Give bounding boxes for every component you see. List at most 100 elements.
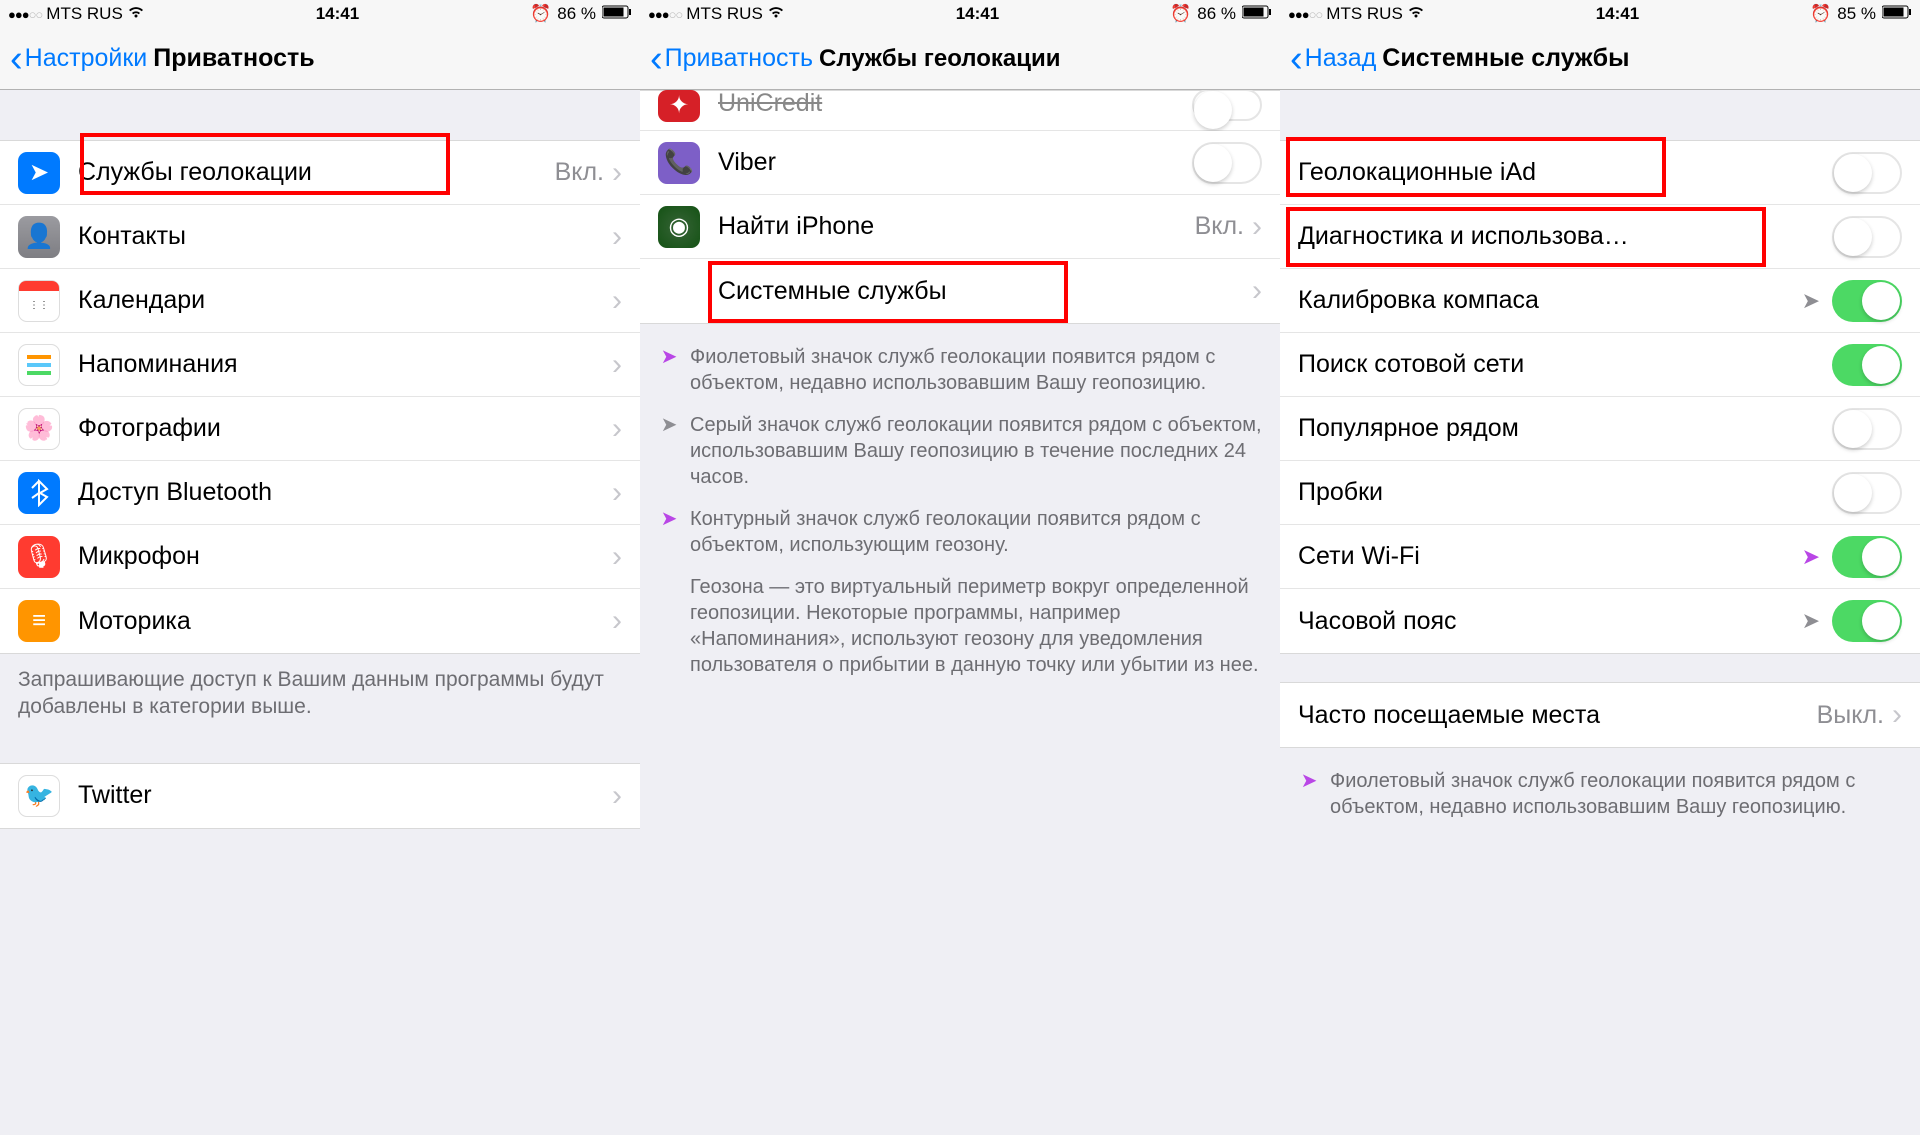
microphone-icon: 🎙 <box>18 536 60 578</box>
carrier-label: MTS RUS <box>46 4 123 24</box>
carrier-label: MTS RUS <box>686 4 763 24</box>
alarm-icon: ⏰ <box>530 4 551 24</box>
contacts-icon: 👤 <box>18 216 60 258</box>
status-bar: ●●●○○ MTS RUS 14:41 ⏰ 85 % <box>1280 0 1920 28</box>
chevron-left-icon: ‹ <box>650 40 663 78</box>
chevron-right-icon: › <box>612 476 622 510</box>
battery-icon <box>1882 4 1912 24</box>
row-reminders[interactable]: Напоминания › <box>0 333 640 397</box>
wifi-icon <box>767 4 785 24</box>
page-title: Службы геолокации <box>819 45 1061 73</box>
row-find-iphone[interactable]: ◉ Найти iPhone Вкл. › <box>640 195 1280 259</box>
row-motion[interactable]: ≡ Моторика › <box>0 589 640 653</box>
chevron-right-icon: › <box>612 779 622 813</box>
chevron-left-icon: ‹ <box>10 40 23 78</box>
row-twitter[interactable]: 🐦 Twitter › <box>0 764 640 828</box>
toggle-switch[interactable] <box>1832 600 1902 642</box>
chevron-right-icon: › <box>612 348 622 382</box>
status-bar: ●●●○○ MTS RUS 14:41 ⏰ 86 % <box>640 0 1280 28</box>
chevron-right-icon: › <box>612 604 622 638</box>
chevron-left-icon: ‹ <box>1290 40 1303 78</box>
row-system-services[interactable]: Системные службы › <box>640 259 1280 323</box>
photos-icon: 🌸 <box>18 408 60 450</box>
row-popular-nearby[interactable]: Популярное рядом <box>1280 397 1920 461</box>
row-viber[interactable]: 📞 Viber <box>640 131 1280 195</box>
wifi-icon <box>1407 4 1425 24</box>
motion-icon: ≡ <box>18 600 60 642</box>
info-gray: ➤ Серый значок служб геолокации появится… <box>640 404 1280 498</box>
row-location-services[interactable]: ➤ Службы геолокации Вкл. › <box>0 141 640 205</box>
footer-text: Запрашивающие доступ к Вашим данным прог… <box>0 654 640 733</box>
twitter-icon: 🐦 <box>18 775 60 817</box>
page-title: Системные службы <box>1382 44 1629 73</box>
row-unicredit-partial[interactable]: ✦ UniCredit <box>640 91 1280 131</box>
toggle-switch[interactable] <box>1832 152 1902 194</box>
toggle-switch[interactable] <box>1832 280 1902 322</box>
viber-icon: 📞 <box>658 142 700 184</box>
location-arrow-purple-icon: ➤ <box>658 344 680 396</box>
row-microphone[interactable]: 🎙 Микрофон › <box>0 525 640 589</box>
info-geofence: Геозона — это виртуальный периметр вокру… <box>640 566 1280 686</box>
info-purple: ➤ Фиолетовый значок служб геолокации поя… <box>640 336 1280 404</box>
screen-location-services: ●●●○○ MTS RUS 14:41 ⏰ 86 % ‹ Приватность… <box>640 0 1280 1135</box>
row-timezone[interactable]: Часовой пояс ➤ <box>1280 589 1920 653</box>
screen-privacy: ●●●○○ MTS RUS 14:41 ⏰ 86 % ‹ Настройки П… <box>0 0 640 1135</box>
battery-label: 86 % <box>1197 4 1236 24</box>
info-outline: ➤ Контурный значок служб геолокации появ… <box>640 498 1280 566</box>
location-arrow-outline-icon: ➤ <box>658 506 680 558</box>
nav-bar: ‹ Приватность Службы геолокации <box>640 28 1280 90</box>
status-bar: ●●●○○ MTS RUS 14:41 ⏰ 86 % <box>0 0 640 28</box>
chevron-right-icon: › <box>612 412 622 446</box>
toggle-switch[interactable] <box>1832 344 1902 386</box>
unicredit-icon: ✦ <box>658 90 700 122</box>
content-area: ➤ Службы геолокации Вкл. › 👤 Контакты › … <box>0 90 640 1135</box>
row-traffic[interactable]: Пробки <box>1280 461 1920 525</box>
location-arrow-purple-icon: ➤ <box>1802 544 1820 570</box>
toggle-switch[interactable] <box>1192 142 1262 184</box>
location-icon: ➤ <box>18 152 60 194</box>
location-arrow-gray-icon: ➤ <box>658 412 680 490</box>
screen-system-services: ●●●○○ MTS RUS 14:41 ⏰ 85 % ‹ Назад Систе… <box>1280 0 1920 1135</box>
toggle-switch[interactable] <box>1832 472 1902 514</box>
chevron-right-icon: › <box>1252 210 1262 244</box>
signal-dots: ●●●○○ <box>8 7 42 22</box>
toggle-switch[interactable] <box>1832 408 1902 450</box>
location-arrow-purple-icon: ➤ <box>1298 768 1320 820</box>
nav-bar: ‹ Назад Системные службы <box>1280 28 1920 90</box>
back-button[interactable]: ‹ Настройки <box>10 40 147 78</box>
chevron-right-icon: › <box>612 284 622 318</box>
nav-bar: ‹ Настройки Приватность <box>0 28 640 90</box>
row-wifi-networks[interactable]: Сети Wi-Fi ➤ <box>1280 525 1920 589</box>
back-button[interactable]: ‹ Назад <box>1290 40 1376 78</box>
back-button[interactable]: ‹ Приватность <box>650 40 813 78</box>
row-iad[interactable]: Геолокационные iAd <box>1280 141 1920 205</box>
row-diagnostics[interactable]: Диагностика и использова… <box>1280 205 1920 269</box>
alarm-icon: ⏰ <box>1170 4 1191 24</box>
time-label: 14:41 <box>956 4 999 24</box>
row-contacts[interactable]: 👤 Контакты › <box>0 205 640 269</box>
carrier-label: MTS RUS <box>1326 4 1403 24</box>
signal-dots: ●●●○○ <box>648 7 682 22</box>
battery-label: 86 % <box>557 4 596 24</box>
chevron-right-icon: › <box>612 156 622 190</box>
chevron-right-icon: › <box>1892 698 1902 732</box>
toggle-switch[interactable] <box>1192 90 1262 121</box>
content-area: Геолокационные iAd Диагностика и использ… <box>1280 90 1920 1135</box>
reminders-icon <box>18 344 60 386</box>
row-bluetooth[interactable]: Доступ Bluetooth › <box>0 461 640 525</box>
row-frequent-locations[interactable]: Часто посещаемые места Выкл. › <box>1280 683 1920 747</box>
time-label: 14:41 <box>316 4 359 24</box>
chevron-right-icon: › <box>1252 274 1262 308</box>
row-photos[interactable]: 🌸 Фотографии › <box>0 397 640 461</box>
info-purple: ➤ Фиолетовый значок служб геолокации поя… <box>1280 760 1920 828</box>
chevron-right-icon: › <box>612 540 622 574</box>
wifi-icon <box>127 4 145 24</box>
row-compass[interactable]: Калибровка компаса ➤ <box>1280 269 1920 333</box>
toggle-switch[interactable] <box>1832 536 1902 578</box>
row-calendars[interactable]: ⋮⋮ Календари › <box>0 269 640 333</box>
row-cell-search[interactable]: Поиск сотовой сети <box>1280 333 1920 397</box>
battery-icon <box>1242 4 1272 24</box>
battery-label: 85 % <box>1837 4 1876 24</box>
location-arrow-gray-icon: ➤ <box>1802 608 1820 634</box>
toggle-switch[interactable] <box>1832 216 1902 258</box>
